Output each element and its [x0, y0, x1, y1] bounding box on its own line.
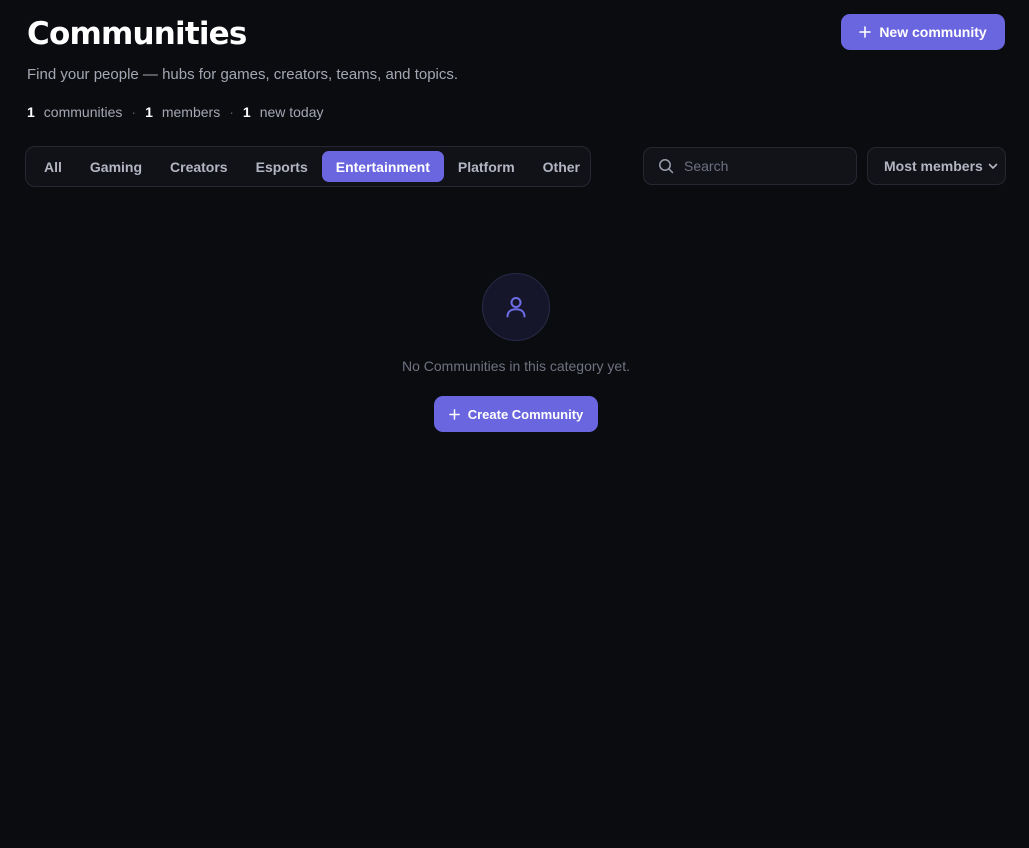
create-community-label: Create Community [467, 406, 584, 422]
page-subtitle: Find your people — hubs for games, creat… [27, 66, 459, 83]
category-tabs: All Gaming Creators Esports Entertainmen… [25, 146, 591, 187]
tab-other[interactable]: Other [529, 151, 594, 182]
new-community-label: New community [879, 24, 987, 40]
members-label: members [161, 104, 221, 120]
communities-count: 1 [27, 104, 35, 120]
search-icon [659, 159, 674, 174]
tab-platform[interactable]: Platform [444, 151, 529, 182]
stats-separator: · [131, 104, 137, 120]
user-icon [506, 297, 526, 318]
tab-creators[interactable]: Creators [156, 151, 242, 182]
communities-page: Communities New community Find your peop… [0, 0, 1029, 848]
tab-all[interactable]: All [30, 151, 76, 182]
members-count: 1 [145, 104, 153, 120]
stats-bar: 1 communities · 1 members · 1 new today [27, 104, 324, 120]
stats-separator: · [229, 104, 234, 120]
empty-state-avatar [482, 273, 550, 341]
sort-select[interactable]: Most members [867, 147, 1006, 185]
create-community-button[interactable]: Create Community [434, 396, 598, 432]
tab-esports[interactable]: Esports [242, 151, 322, 182]
communities-label: communities [43, 104, 123, 120]
new-today-count: 1 [242, 104, 251, 120]
plus-icon [448, 408, 460, 420]
search-box[interactable] [643, 147, 857, 185]
tab-entertainment[interactable]: Entertainment [321, 151, 444, 182]
plus-icon [859, 26, 872, 38]
page-title: Communities [27, 16, 247, 52]
new-today-label: new today [259, 104, 324, 120]
sort-selected-value: Most members [884, 158, 983, 174]
search-input[interactable] [682, 157, 842, 175]
tab-gaming[interactable]: Gaming [76, 151, 156, 182]
chevron-down-icon [988, 163, 998, 169]
empty-state-message: No Communities in this category yet. [402, 358, 630, 374]
new-community-button[interactable]: New community [841, 14, 1005, 50]
